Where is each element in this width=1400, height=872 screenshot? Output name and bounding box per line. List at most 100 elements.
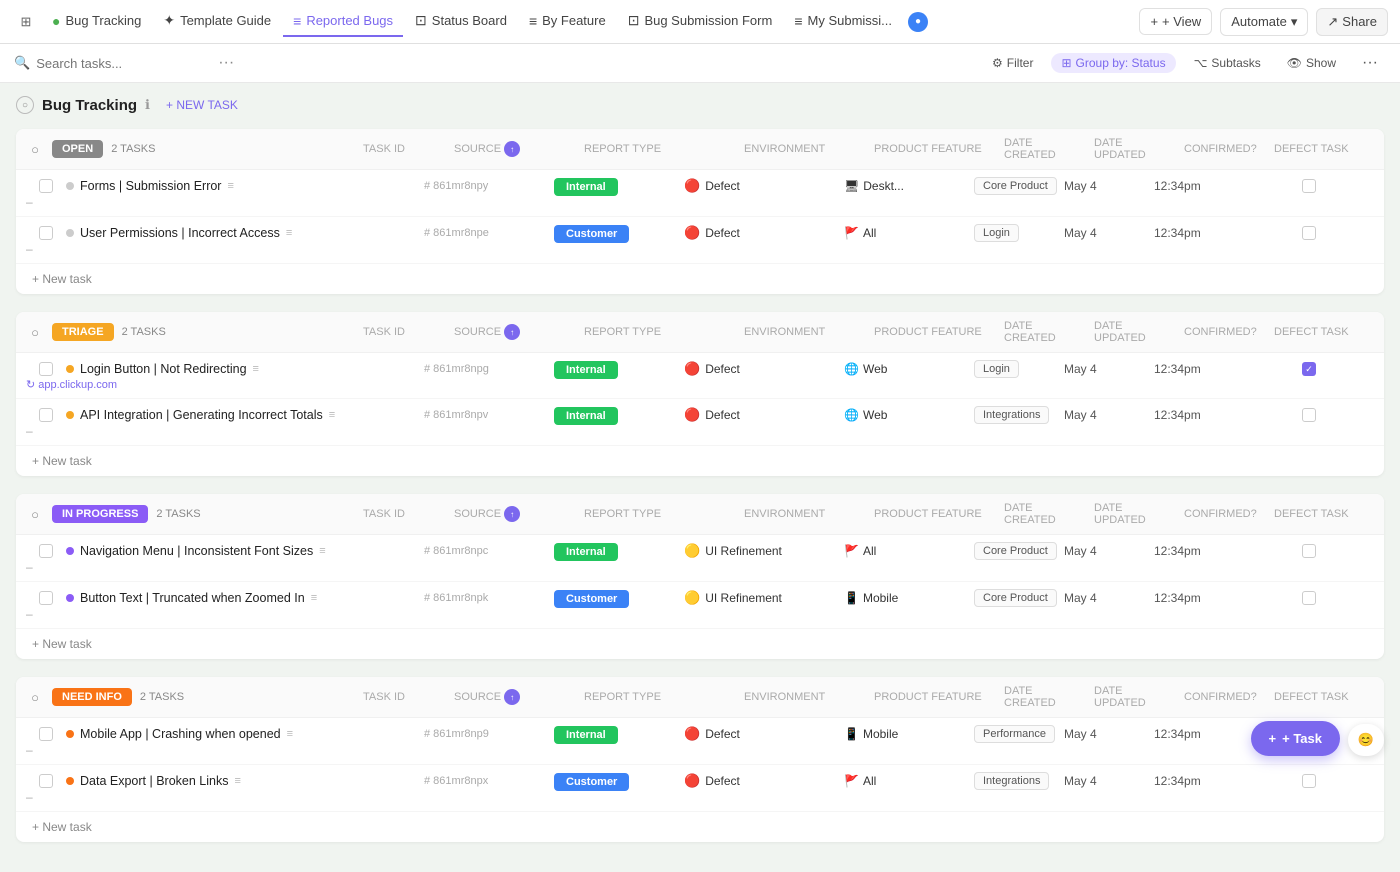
task-menu-icon-t8[interactable]: ≡	[234, 775, 240, 787]
main-content: ○ Bug Tracking ℹ + NEW TASK ○ OPEN 2 TAS…	[0, 83, 1400, 872]
show-button[interactable]: 👁 Show	[1279, 52, 1344, 74]
task-status-icon-t3	[66, 365, 74, 373]
task-menu-icon-t2[interactable]: ≡	[286, 227, 292, 239]
info-icon[interactable]: ℹ	[145, 97, 150, 113]
feature-t5: Core Product	[974, 542, 1064, 560]
task-checkbox-t6[interactable]	[26, 591, 66, 605]
task-checkbox-t8[interactable]	[26, 774, 66, 788]
task-id-t1: # 861mr8npy	[424, 180, 554, 192]
task-name-t3[interactable]: Login Button | Not Redirecting ≡	[66, 362, 424, 376]
task-menu-icon-t5[interactable]: ≡	[319, 545, 325, 557]
task-menu-icon-t6[interactable]: ≡	[311, 592, 317, 604]
task-checkbox-t2[interactable]	[26, 226, 66, 240]
automate-button[interactable]: Automate ▾	[1220, 8, 1308, 36]
task-checkbox-t5[interactable]	[26, 544, 66, 558]
confirmed-t3[interactable]: ✓	[1244, 362, 1374, 376]
new-task-inprogress[interactable]: + New task	[16, 629, 1384, 659]
status-board-icon: ⊡	[415, 12, 427, 29]
confirmed-checkbox-t8[interactable]	[1302, 774, 1316, 788]
group-by-button[interactable]: ⊞ Group by: Status	[1051, 53, 1175, 73]
status-badge-inprogress: IN PROGRESS	[52, 505, 148, 523]
task-checkbox-t4[interactable]	[26, 408, 66, 422]
task-name-t7[interactable]: Mobile App | Crashing when opened ≡	[66, 727, 424, 741]
tab-reported-bugs[interactable]: ≡ Reported Bugs	[283, 7, 403, 37]
source-t5[interactable]: Internal	[554, 544, 684, 558]
source-t8[interactable]: Customer	[554, 774, 684, 788]
report-type-t3: 🔴 Defect	[684, 361, 844, 377]
tab-template-guide[interactable]: ✦ Template Guide	[153, 6, 281, 37]
add-task-fab[interactable]: + + Task	[1251, 721, 1340, 756]
new-task-button[interactable]: + NEW TASK	[158, 95, 246, 115]
confirmed-t4[interactable]	[1244, 408, 1374, 422]
group-open-collapse[interactable]: ○	[26, 140, 44, 158]
subtasks-button[interactable]: ⌥ Subtasks	[1186, 52, 1269, 74]
tab-bug-submission[interactable]: ⊡ Bug Submission Form	[618, 6, 783, 37]
task-name-t6[interactable]: Button Text | Truncated when Zoomed In ≡	[66, 591, 424, 605]
source-t7[interactable]: Internal	[554, 727, 684, 741]
confirmed-t1[interactable]	[1244, 179, 1374, 193]
confirmed-t2[interactable]	[1244, 226, 1374, 240]
source-t4[interactable]: Internal	[554, 408, 684, 422]
confirmed-checkbox-t1[interactable]	[1302, 179, 1316, 193]
tab-by-feature[interactable]: ≡ By Feature	[519, 7, 616, 37]
defect-icon-t2: 🔴	[684, 225, 700, 241]
task-checkbox-t1[interactable]	[26, 179, 66, 193]
confirmed-checkbox-t5[interactable]	[1302, 544, 1316, 558]
task-menu-icon-t1[interactable]: ≡	[227, 180, 233, 192]
confirmed-t5[interactable]	[1244, 544, 1374, 558]
ni-col-env: ENVIRONMENT	[744, 691, 864, 703]
task-id-t7: # 861mr8np9	[424, 728, 554, 740]
confirmed-checkbox-t3[interactable]: ✓	[1302, 362, 1316, 376]
source-t1[interactable]: Internal	[554, 179, 684, 193]
col-environment: ENVIRONMENT	[744, 143, 864, 155]
view-button[interactable]: + + View	[1139, 8, 1212, 35]
tab-my-submission[interactable]: ≡ My Submissi...	[784, 7, 902, 37]
defect-icon-t7: 🔴	[684, 726, 700, 742]
date-updated-t2: 12:34pm	[1154, 226, 1244, 240]
new-task-open[interactable]: + New task	[16, 264, 1384, 294]
group-inprogress-collapse[interactable]: ○	[26, 505, 44, 523]
share-button[interactable]: ↗ Share	[1316, 8, 1388, 36]
new-task-needinfo[interactable]: + New task	[16, 812, 1384, 842]
new-task-triage[interactable]: + New task	[16, 446, 1384, 476]
emoji-bar[interactable]: 😊	[1348, 724, 1384, 756]
task-checkbox-t3[interactable]	[26, 362, 66, 376]
group-triage-collapse[interactable]: ○	[26, 323, 44, 341]
task-name-t4[interactable]: API Integration | Generating Incorrect T…	[66, 408, 424, 422]
confirmed-t6[interactable]	[1244, 591, 1374, 605]
task-id-t5: # 861mr8npc	[424, 545, 554, 557]
source-t6[interactable]: Customer	[554, 591, 684, 605]
tab-status-board[interactable]: ⊡ Status Board	[405, 6, 517, 37]
emoji-1[interactable]: 😊	[1358, 732, 1374, 748]
source-t2[interactable]: Customer	[554, 226, 684, 240]
task-checkbox-t7[interactable]	[26, 727, 66, 741]
ni-source-sort: ↑	[504, 689, 520, 705]
confirmed-checkbox-t6[interactable]	[1302, 591, 1316, 605]
filter-button[interactable]: ⚙ Filter	[984, 52, 1041, 74]
date-updated-t8: 12:34pm	[1154, 774, 1244, 788]
confirmed-checkbox-t2[interactable]	[1302, 226, 1316, 240]
task-row: Login Button | Not Redirecting ≡ # 861mr…	[16, 353, 1384, 399]
collapse-page-button[interactable]: ○	[16, 96, 34, 114]
task-name-t1[interactable]: Forms | Submission Error ≡	[66, 179, 424, 193]
confirmed-t8[interactable]	[1244, 774, 1374, 788]
search-input[interactable]	[36, 56, 212, 71]
task-menu-icon-t4[interactable]: ≡	[329, 409, 335, 421]
confirmed-checkbox-t4[interactable]	[1302, 408, 1316, 422]
task-name-t8[interactable]: Data Export | Broken Links ≡	[66, 774, 424, 788]
task-menu-icon-t7[interactable]: ≡	[287, 728, 293, 740]
top-nav: ⊞ ● Bug Tracking ✦ Template Guide ≡ Repo…	[0, 0, 1400, 44]
tab-bug-tracking[interactable]: ● Bug Tracking	[42, 7, 151, 37]
search-more-button[interactable]: ···	[218, 54, 234, 72]
defect-link-t3[interactable]: ↻ app.clickup.com	[26, 378, 66, 391]
task-name-t5[interactable]: Navigation Menu | Inconsistent Font Size…	[66, 544, 424, 558]
task-menu-icon-t3[interactable]: ≡	[253, 363, 259, 375]
sidebar-toggle[interactable]: ⊞	[12, 8, 40, 36]
more-options-button[interactable]: ···	[1354, 50, 1386, 76]
source-t3[interactable]: Internal	[554, 362, 684, 376]
report-type-t8: 🔴 Defect	[684, 773, 844, 789]
filter-icon: ⚙	[992, 56, 1003, 70]
defect-icon-t1: 🔴	[684, 178, 700, 194]
group-needinfo-collapse[interactable]: ○	[26, 688, 44, 706]
task-name-t2[interactable]: User Permissions | Incorrect Access ≡	[66, 226, 424, 240]
